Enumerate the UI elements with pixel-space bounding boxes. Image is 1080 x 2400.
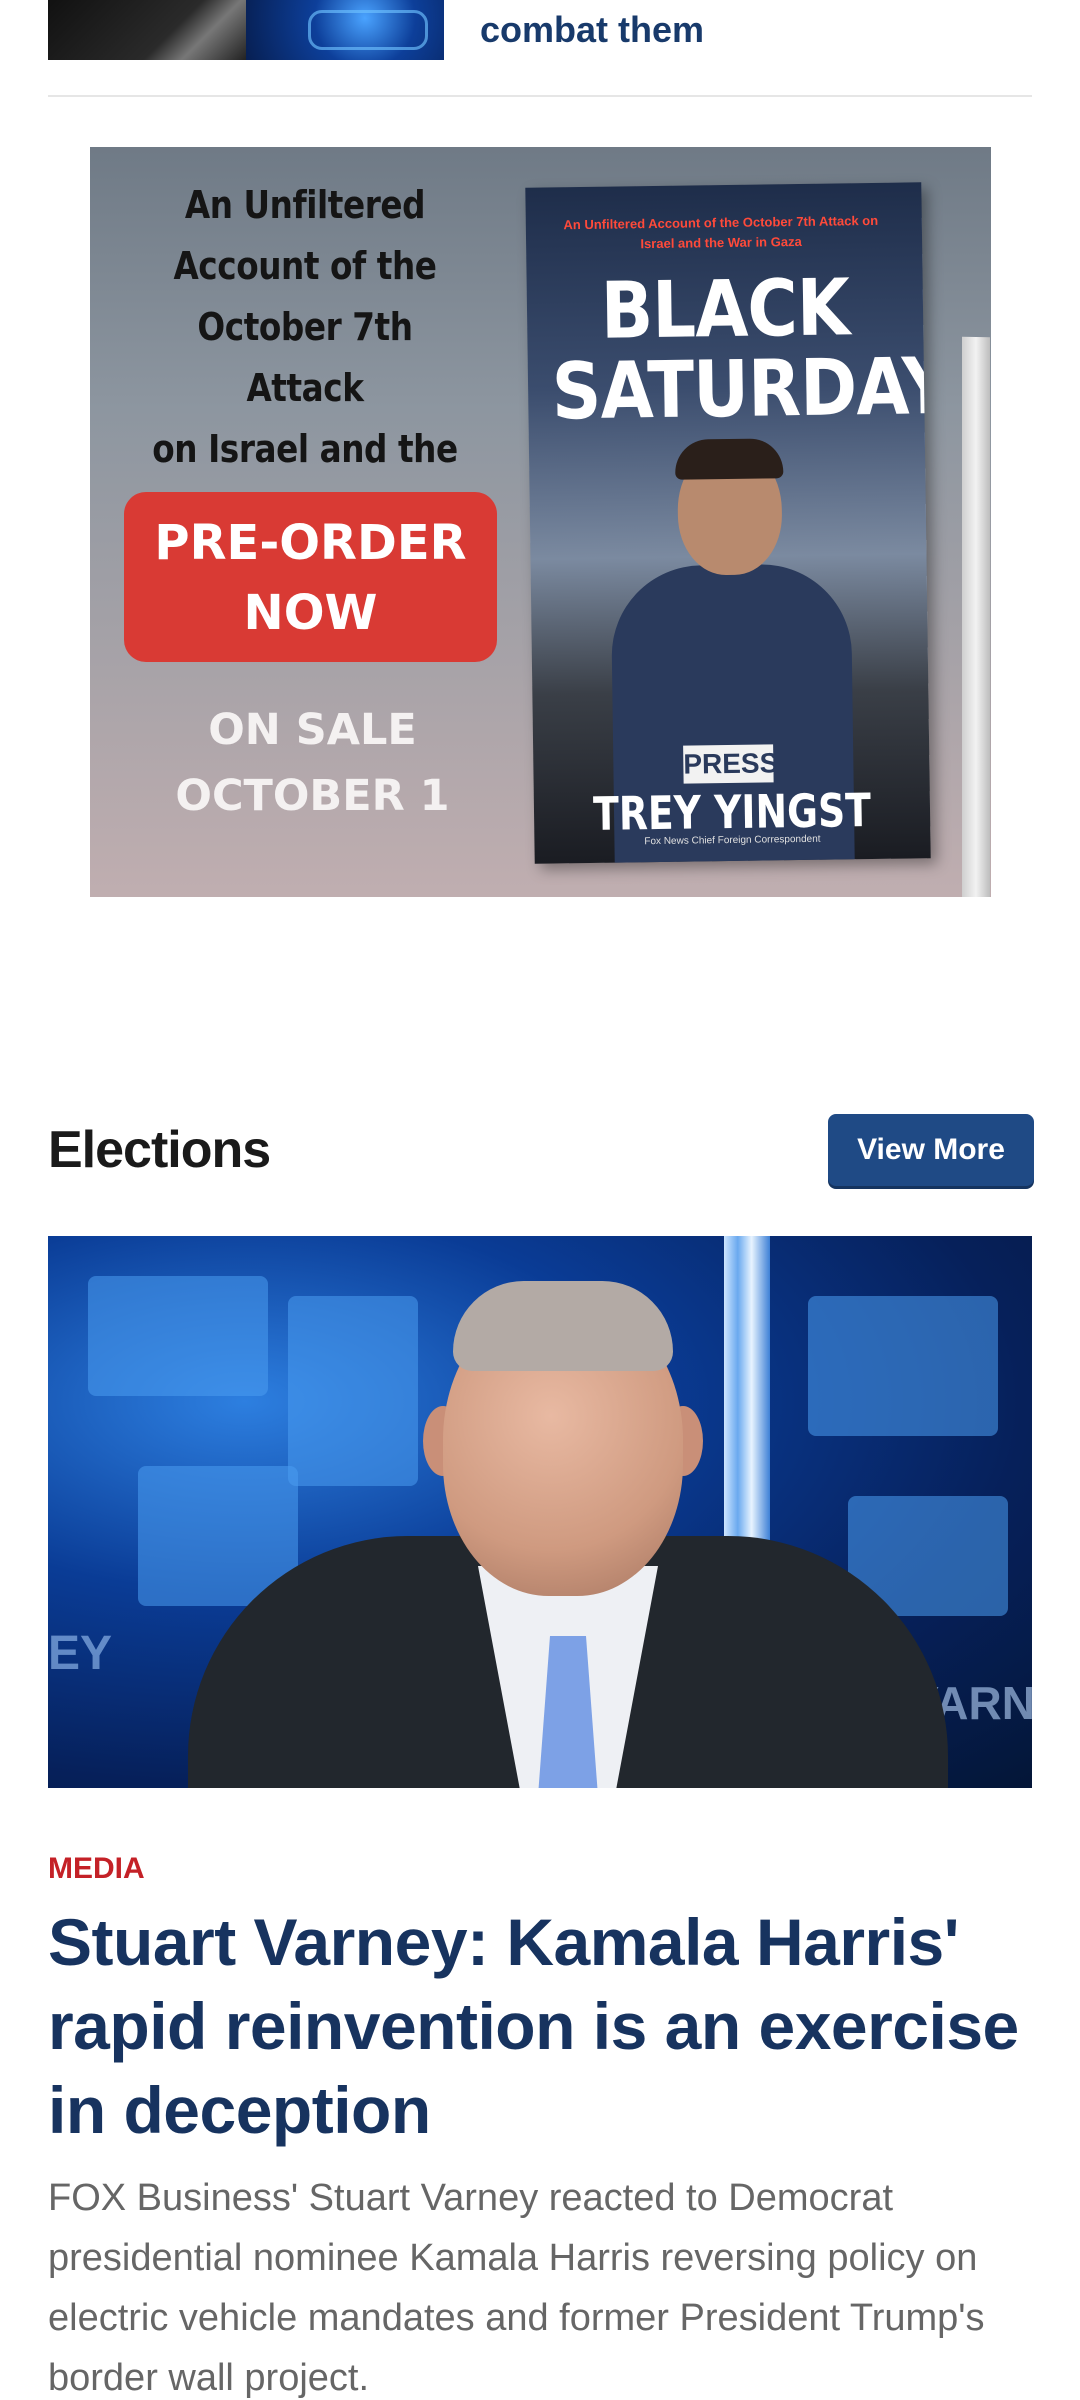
studio-screen [808, 1296, 998, 1436]
ad-copy-line: Account of the [173, 244, 437, 288]
anchor-hair [453, 1281, 673, 1371]
book-title: BLACK SATURDAY [550, 263, 931, 438]
view-more-button[interactable]: View More [828, 1114, 1034, 1186]
book-pages-edge [962, 336, 990, 897]
top-story-card[interactable]: combat them [48, 0, 1032, 97]
on-sale-date: ON SALE OCTOBER 1 [110, 697, 515, 829]
studio-wall-text-left: EY [48, 1627, 113, 1680]
article-category[interactable]: MEDIA [48, 1852, 145, 1886]
ad-copy: An Unfiltered Account of the October 7th… [137, 175, 472, 541]
preorder-label-line1: PRE-ORDER [154, 515, 467, 571]
thumbnail-left-image [48, 0, 246, 60]
studio-screen [288, 1296, 418, 1486]
ad-copy-line: An Unfiltered [184, 183, 426, 227]
press-patch: PRESS [683, 744, 779, 784]
on-sale-line2: OCTOBER 1 [175, 771, 450, 821]
book-title-line1: BLACK [600, 263, 850, 357]
top-story-thumbnail[interactable] [48, 0, 444, 60]
portrait-hair [674, 438, 784, 480]
on-sale-line1: ON SALE [208, 705, 417, 755]
preorder-button[interactable]: PRE-ORDER NOW [124, 492, 497, 662]
book-cover: An Unfiltered Account of the October 7th… [525, 182, 931, 864]
article-summary: FOX Business' Stuart Varney reacted to D… [48, 2177, 985, 2399]
thumbnail-circuit-graphic [308, 10, 428, 50]
preorder-label-line2: NOW [243, 585, 378, 641]
book-tagline: An Unfiltered Account of the October 7th… [563, 212, 879, 252]
studio-screen [88, 1276, 268, 1396]
top-story-headline[interactable]: combat them [480, 8, 704, 52]
book-advertisement[interactable]: An Unfiltered Account of the October 7th… [90, 147, 991, 897]
book-title-line2: SATURDAY [551, 341, 931, 438]
ad-copy-line: on Israel and the [152, 427, 458, 471]
article-hero-image[interactable]: EY VARNEY [48, 1236, 1032, 1788]
section-title: Elections [48, 1121, 271, 1179]
article-headline[interactable]: Stuart Varney: Kamala Harris' rapid rein… [48, 1900, 1038, 2152]
ad-copy-line: October 7th Attack [197, 305, 413, 410]
